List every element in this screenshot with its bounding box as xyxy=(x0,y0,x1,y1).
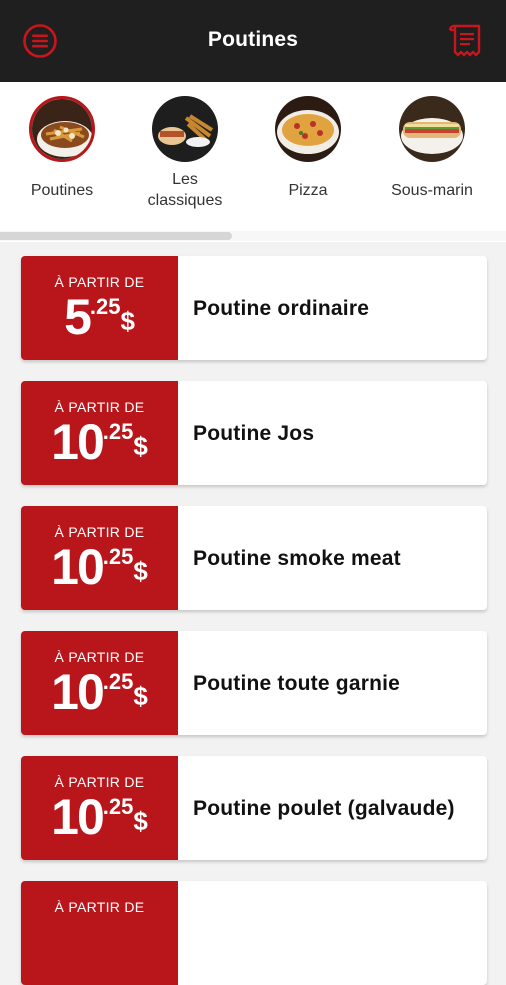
receipt-icon[interactable] xyxy=(446,21,486,61)
price-from-label: À PARTIR DE xyxy=(54,649,145,665)
app-header: Poutines xyxy=(0,0,506,82)
price-block: À PARTIR DE 5.25$ xyxy=(21,256,178,360)
product-card[interactable]: À PARTIR DE 10.25$ Poutine toute garnie xyxy=(21,631,487,735)
product-name: Poutine toute garnie xyxy=(193,671,401,695)
price-amount: 10.25$ xyxy=(51,664,148,720)
poutine-photo xyxy=(29,96,95,162)
price-block: À PARTIR DE 10.25$ xyxy=(21,756,178,860)
category-label: Les classiques xyxy=(147,171,223,209)
price-from-label: À PARTIR DE xyxy=(54,399,145,415)
product-name: Poutine poulet (galvaude) xyxy=(193,796,455,820)
category-pizza[interactable]: Pizza xyxy=(246,96,370,201)
price-from-label: À PARTIR DE xyxy=(54,774,145,790)
price-block: À PARTIR DE 10.25$ xyxy=(21,506,178,610)
product-card[interactable]: À PARTIR DE 10.25$ Poutine smoke meat xyxy=(21,506,487,610)
category-label: Sous-marin xyxy=(391,182,473,199)
product-card[interactable]: À PARTIR DE 5.25$ Poutine ordinaire xyxy=(21,256,487,360)
product-card[interactable]: À PARTIR DE 10.25$ Poutine Jos xyxy=(21,381,487,485)
category-label: Poutines xyxy=(30,182,94,199)
product-name: Poutine ordinaire xyxy=(193,296,370,320)
sous-marin-photo xyxy=(399,96,465,162)
product-name: Poutine Jos xyxy=(193,421,315,445)
product-name: Poutine smoke meat xyxy=(193,546,401,570)
category-sous-marin[interactable]: Sous-marin xyxy=(370,96,494,201)
carousel-scrollbar[interactable] xyxy=(0,232,232,240)
price-from-label: À PARTIR DE xyxy=(54,524,145,540)
product-card[interactable]: À PARTIR DE xyxy=(21,881,487,985)
page-title: Poutines xyxy=(207,28,299,51)
price-block: À PARTIR DE 10.25$ xyxy=(21,631,178,735)
price-amount: 10.25$ xyxy=(51,789,148,845)
price-amount: 5.25$ xyxy=(64,289,135,345)
category-carousel: Poutines Les classiques Pizza Sous-marin xyxy=(0,82,506,242)
product-card[interactable]: À PARTIR DE 10.25$ Poutine poulet (galva… xyxy=(21,756,487,860)
category-poutines[interactable]: Poutines xyxy=(0,96,124,201)
category-label: Pizza xyxy=(288,182,328,199)
price-amount: 10.25$ xyxy=(51,414,148,470)
pizza-photo xyxy=(275,96,341,162)
price-from-label: À PARTIR DE xyxy=(54,274,145,290)
category-les-classiques[interactable]: Les classiques xyxy=(123,96,247,211)
price-from-label: À PARTIR DE xyxy=(54,899,145,915)
price-block: À PARTIR DE xyxy=(21,881,178,985)
price-block: À PARTIR DE 10.25$ xyxy=(21,381,178,485)
classiques-photo xyxy=(152,96,218,162)
price-amount: 10.25$ xyxy=(51,539,148,595)
product-name xyxy=(193,881,471,985)
